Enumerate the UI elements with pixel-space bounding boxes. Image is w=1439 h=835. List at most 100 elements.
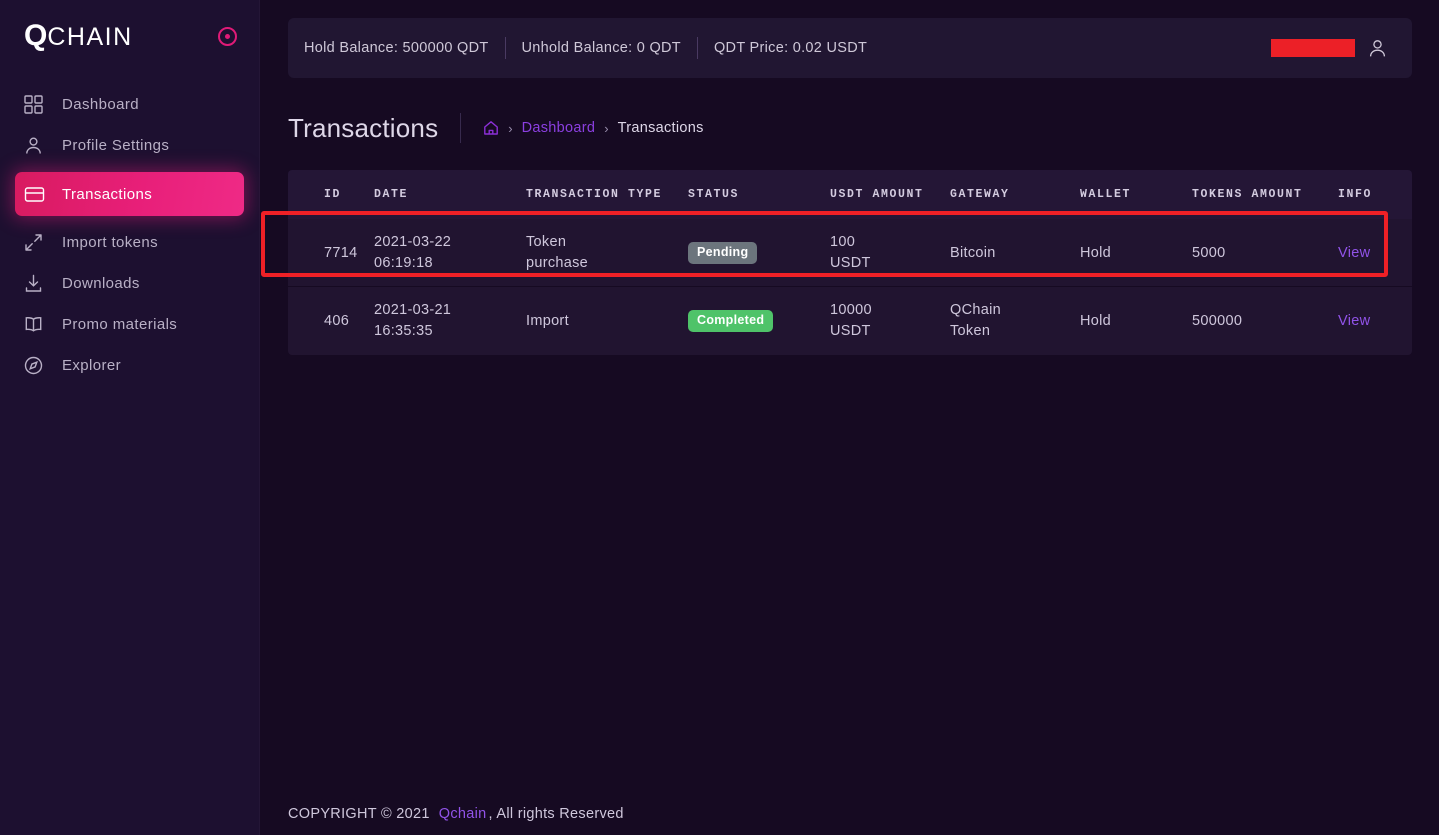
footer-link-qchain[interactable]: Qchain: [430, 806, 489, 822]
gateway-line-2: Token: [950, 322, 991, 339]
cell-status: Completed: [688, 287, 830, 355]
status-badge: Pending: [688, 242, 758, 264]
date-line-2: 16:35:35: [374, 322, 433, 339]
cell-wallet: Hold: [1080, 312, 1112, 329]
sidebar-item-label: Promo materials: [62, 316, 178, 333]
main-content: Hold Balance: 500000 QDT Unhold Balance:…: [260, 0, 1439, 835]
app-root: Q CHAIN Dashboard Profile Settings Trans…: [0, 0, 1439, 835]
sidebar-item-profile-settings[interactable]: Profile Settings: [0, 125, 259, 166]
type-line-1: Import: [526, 312, 569, 329]
sidebar-item-label: Dashboard: [62, 96, 139, 113]
sidebar-item-dashboard[interactable]: Dashboard: [0, 84, 259, 125]
circle-dot-icon[interactable]: [218, 26, 237, 46]
cell-usdt-amount: 100 USDT: [830, 219, 950, 287]
cell-date: 2021-03-21 16:35:35: [374, 287, 526, 355]
type-line-1: Token: [526, 234, 567, 251]
compass-icon: [24, 356, 52, 375]
date-line-1: 2021-03-22: [374, 234, 452, 251]
home-icon[interactable]: [483, 120, 499, 136]
table-head: ID DATE TRANSACTION TYPE STATUS USDT AMO…: [288, 170, 1412, 220]
view-link[interactable]: View: [1338, 313, 1370, 329]
divider: [460, 113, 462, 143]
cell-info: View: [1338, 287, 1412, 355]
expand-arrows-icon: [24, 233, 52, 252]
transactions-table: ID DATE TRANSACTION TYPE STATUS USDT AMO…: [288, 170, 1412, 355]
breadcrumb-current: Transactions: [617, 120, 704, 136]
column-header-status: STATUS: [688, 188, 740, 201]
cell-transaction-type: Import: [526, 287, 688, 355]
view-link[interactable]: View: [1338, 245, 1370, 261]
table-header-row: ID DATE TRANSACTION TYPE STATUS USDT AMO…: [288, 170, 1412, 220]
book-icon: [24, 315, 52, 334]
balance-group: Hold Balance: 500000 QDT Unhold Balance:…: [304, 37, 883, 59]
type-line-2: purchase: [526, 254, 589, 271]
cell-gateway: QChain Token: [950, 287, 1080, 355]
app-logo[interactable]: Q CHAIN: [24, 21, 133, 51]
usdt-line-2: USDT: [830, 322, 871, 339]
user-icon: [24, 136, 52, 155]
sidebar-item-explorer[interactable]: Explorer: [0, 345, 259, 386]
column-header-tokens-amount: TOKENS AMOUNT: [1192, 188, 1303, 201]
column-header-transaction-type: TRANSACTION TYPE: [526, 188, 663, 201]
user-menu[interactable]: [1271, 38, 1394, 59]
date-line-1: 2021-03-21: [374, 302, 452, 319]
credit-card-icon: [24, 184, 52, 205]
cell-usdt-amount: 10000 USDT: [830, 287, 950, 355]
page-title: Transactions: [288, 112, 439, 143]
cell-id: 7714: [324, 244, 358, 261]
cell-status: Pending: [688, 219, 830, 287]
sidebar-item-label: Profile Settings: [62, 137, 170, 154]
breadcrumb-separator: ›: [508, 120, 513, 136]
column-header-date: DATE: [374, 188, 409, 201]
grid-icon: [24, 95, 52, 114]
footer: COPYRIGHT © 2021 Qchain , All rights Res…: [288, 806, 624, 822]
username-redacted: [1271, 39, 1355, 57]
cell-date: 2021-03-22 06:19:18: [374, 219, 526, 287]
sidebar-item-label: Transactions: [62, 185, 153, 203]
sidebar-item-promo-materials[interactable]: Promo materials: [0, 304, 259, 345]
date-line-2: 06:19:18: [374, 254, 433, 271]
transactions-table-container: ID DATE TRANSACTION TYPE STATUS USDT AMO…: [288, 170, 1412, 355]
column-header-usdt-amount: USDT AMOUNT: [830, 188, 924, 201]
table-body: 7714 2021-03-22 06:19:18 Token purchase …: [288, 219, 1412, 355]
sidebar-item-label: Downloads: [62, 275, 140, 292]
column-header-id: ID: [324, 188, 342, 201]
table-row[interactable]: 406 2021-03-21 16:35:35 Import Completed: [288, 286, 1412, 355]
sidebar-item-transactions[interactable]: Transactions: [15, 172, 244, 216]
breadcrumb-link-dashboard[interactable]: Dashboard: [522, 120, 596, 136]
hold-balance: Hold Balance: 500000 QDT: [304, 40, 489, 56]
cell-id: 406: [324, 312, 350, 329]
sidebar-item-import-tokens[interactable]: Import tokens: [0, 222, 259, 263]
column-header-gateway: GATEWAY: [950, 188, 1010, 201]
cell-tokens-amount: 5000: [1192, 244, 1226, 261]
user-avatar-icon[interactable]: [1367, 38, 1388, 59]
copyright-suffix: , All rights Reserved: [488, 806, 624, 822]
cell-transaction-type: Token purchase: [526, 219, 688, 287]
sidebar-item-downloads[interactable]: Downloads: [0, 263, 259, 304]
brand-header: Q CHAIN: [0, 0, 259, 72]
usdt-line-1: 100: [830, 234, 856, 251]
copyright-prefix: COPYRIGHT © 2021: [288, 806, 430, 822]
gateway-line-1: QChain: [950, 302, 1001, 319]
page-header: Transactions › Dashboard › Transactions: [288, 108, 1412, 148]
sidebar: Q CHAIN Dashboard Profile Settings Trans…: [0, 0, 260, 835]
sidebar-item-label: Explorer: [62, 357, 122, 374]
unhold-balance: Unhold Balance: 0 QDT: [521, 40, 681, 56]
cell-gateway: Bitcoin: [950, 219, 1080, 287]
logo-q: Q: [24, 19, 48, 52]
topbar: Hold Balance: 500000 QDT Unhold Balance:…: [288, 18, 1412, 78]
sidebar-nav: Dashboard Profile Settings Transactions: [0, 72, 259, 386]
table-row[interactable]: 7714 2021-03-22 06:19:18 Token purchase …: [288, 219, 1412, 287]
cell-wallet: Hold: [1080, 244, 1112, 261]
cell-tokens-amount: 500000: [1192, 312, 1243, 329]
breadcrumb-separator: ›: [604, 120, 609, 136]
column-header-info: INFO: [1338, 188, 1373, 201]
status-badge: Completed: [688, 310, 774, 332]
logo-chain: CHAIN: [47, 23, 133, 51]
usdt-line-1: 10000: [830, 302, 872, 319]
usdt-line-2: USDT: [830, 254, 871, 271]
qdt-price: QDT Price: 0.02 USDT: [713, 40, 868, 56]
cell-info: View: [1338, 219, 1412, 287]
breadcrumb: › Dashboard › Transactions: [483, 120, 703, 136]
sidebar-item-label: Import tokens: [62, 234, 159, 251]
